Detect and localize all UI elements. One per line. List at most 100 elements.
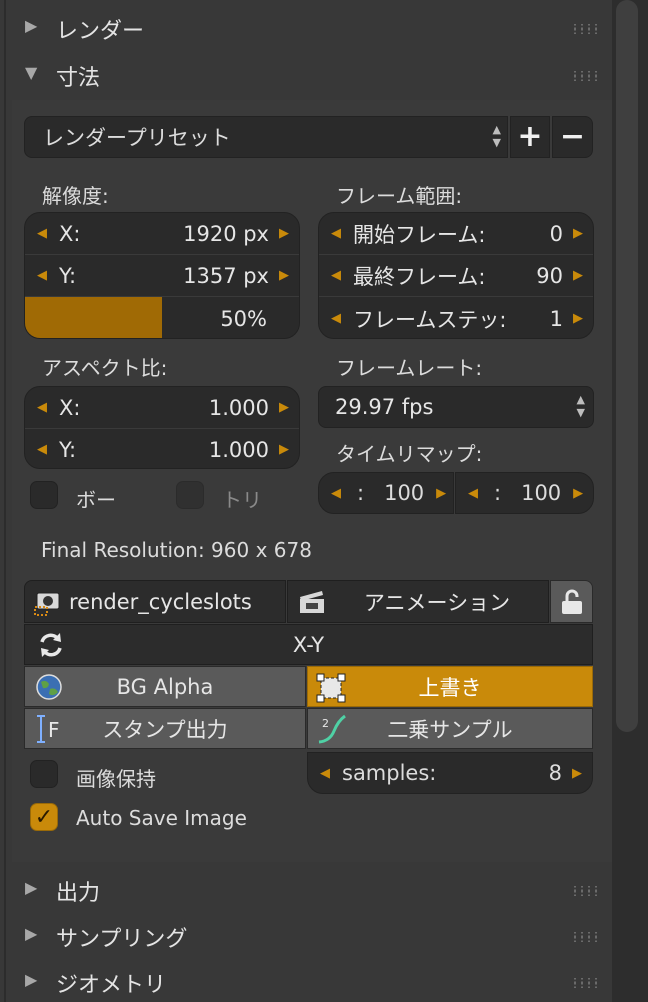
slider-fill — [25, 297, 162, 338]
decrement-arrow-icon[interactable]: ◀ — [466, 486, 480, 501]
bg-alpha-button[interactable]: BG Alpha — [24, 666, 306, 707]
checkmark-icon: ✓ — [34, 804, 54, 830]
squared-samples-label: 二乗サンプル — [387, 717, 513, 742]
expand-triangle-icon: ▶ — [25, 878, 38, 897]
field-label: 開始フレーム: — [353, 222, 486, 247]
resolution-x-field[interactable]: ◀ X: 1920 px ▶ — [25, 213, 299, 254]
globe-icon — [35, 673, 63, 701]
frame-range-box: ◀ 開始フレーム: 0 ▶ ◀ 最終フレーム: 90 ▶ ◀ フレームステッ: … — [318, 212, 594, 339]
stamp-output-button[interactable]: F スタンプ出力 — [24, 708, 306, 749]
resolution-title: 解像度: — [42, 184, 109, 208]
samples-field[interactable]: ◀ samples: 8 ▶ — [307, 752, 593, 794]
resolution-percent-slider[interactable]: 50% — [25, 297, 299, 338]
crop-checkbox[interactable] — [176, 481, 204, 509]
decrement-arrow-icon[interactable]: ◀ — [318, 766, 332, 781]
field-value: 8 — [548, 761, 562, 785]
overwrite-button[interactable]: 上書き — [307, 666, 593, 707]
frame-rate-title: フレームレート: — [336, 356, 483, 380]
panel-edge — [4, 0, 6, 1002]
increment-arrow-icon[interactable]: ▶ — [571, 486, 585, 501]
drag-grip-icon[interactable]: :::::::: — [572, 69, 600, 84]
panel-header-dimensions[interactable]: ▼ 寸法 :::::::: — [20, 57, 600, 93]
decrement-arrow-icon[interactable]: ◀ — [35, 268, 49, 283]
decrement-arrow-icon[interactable]: ◀ — [35, 442, 49, 457]
minus-icon: − — [559, 119, 586, 154]
field-value: 90 — [536, 263, 563, 288]
frame-end-field[interactable]: ◀ 最終フレーム: 90 ▶ — [319, 255, 593, 296]
panel-header-geometry[interactable]: ▶ ジオメトリ :::::::: — [20, 964, 600, 1000]
increment-arrow-icon[interactable]: ▶ — [277, 226, 291, 241]
decrement-arrow-icon[interactable]: ◀ — [329, 486, 343, 501]
drag-grip-icon[interactable]: :::::::: — [572, 884, 600, 899]
time-remap-old-field[interactable]: ◀ : 100 ▶ — [318, 472, 454, 514]
field-value: 1357 px — [183, 263, 269, 288]
crop-label: トリ — [222, 488, 262, 512]
frame-step-field[interactable]: ◀ フレームステッ: 1 ▶ — [319, 297, 593, 338]
frame-range-title: フレーム範囲: — [336, 184, 463, 208]
field-label: Y: — [59, 263, 77, 288]
panel-title-geometry: ジオメトリ — [56, 973, 167, 998]
auto-save-checkbox[interactable]: ✓ — [30, 803, 58, 831]
render-slots-button[interactable]: render_cycleslots — [24, 580, 286, 623]
increment-arrow-icon[interactable]: ▶ — [277, 442, 291, 457]
field-value: 100 — [521, 481, 562, 505]
updown-icon: ▲ ▼ — [576, 393, 585, 419]
slider-value: 50% — [220, 307, 267, 331]
field-label: フレームステッ: — [353, 307, 507, 332]
remove-preset-button[interactable]: − — [552, 116, 593, 158]
time-remap-title: タイムリマップ: — [336, 442, 483, 466]
resolution-box: ◀ X: 1920 px ▶ ◀ Y: 1357 px ▶ 50% — [24, 212, 300, 339]
squared-samples-button[interactable]: 2 二乗サンプル — [307, 708, 593, 749]
field-label: X: — [59, 395, 81, 420]
field-label: Y: — [59, 437, 77, 462]
frame-rate-menu[interactable]: 29.97 fps ▲ ▼ — [318, 386, 594, 428]
animation-label: アニメーション — [363, 590, 511, 615]
stamp-output-label: スタンプ出力 — [102, 717, 228, 742]
lock-button[interactable] — [550, 580, 593, 623]
render-presets-menu[interactable]: レンダープリセット ▲ ▼ — [24, 116, 508, 158]
add-preset-button[interactable]: + — [510, 116, 550, 158]
xy-label: X-Y — [292, 632, 325, 657]
expand-triangle-icon: ▶ — [25, 16, 38, 35]
clapper-icon — [296, 587, 328, 617]
panel-header-output[interactable]: ▶ 出力 :::::::: — [20, 872, 600, 908]
increment-arrow-icon[interactable]: ▶ — [434, 486, 448, 501]
field-value: 0 — [549, 221, 563, 246]
increment-arrow-icon[interactable]: ▶ — [571, 226, 585, 241]
aspect-title: アスペクト比: — [42, 356, 168, 380]
time-remap-new-field[interactable]: ◀ : 100 ▶ — [455, 472, 594, 514]
increment-arrow-icon[interactable]: ▶ — [277, 268, 291, 283]
decrement-arrow-icon[interactable]: ◀ — [35, 226, 49, 241]
panel-header-sampling[interactable]: ▶ サンプリング :::::::: — [20, 918, 600, 954]
increment-arrow-icon[interactable]: ▶ — [570, 766, 584, 781]
panel-header-render[interactable]: ▶ レンダー :::::::: — [20, 10, 600, 46]
field-value: 1.000 — [208, 437, 269, 462]
border-checkbox[interactable] — [30, 481, 58, 509]
increment-arrow-icon[interactable]: ▶ — [571, 311, 585, 326]
animation-button[interactable]: アニメーション — [287, 580, 549, 623]
frame-rate-value: 29.97 fps — [335, 395, 434, 419]
keep-image-label: 画像保持 — [76, 767, 156, 791]
decrement-arrow-icon[interactable]: ◀ — [35, 400, 49, 415]
xy-button[interactable]: X-Y — [24, 624, 593, 665]
decrement-arrow-icon[interactable]: ◀ — [329, 268, 343, 283]
border-label: ボー — [76, 488, 116, 512]
drag-grip-icon[interactable]: :::::::: — [572, 930, 600, 945]
drag-grip-icon[interactable]: :::::::: — [572, 976, 600, 991]
frame-start-field[interactable]: ◀ 開始フレーム: 0 ▶ — [319, 213, 593, 254]
expand-triangle-icon: ▶ — [25, 924, 38, 943]
keep-image-checkbox[interactable] — [30, 760, 58, 788]
scrollbar-thumb[interactable] — [616, 0, 638, 732]
decrement-arrow-icon[interactable]: ◀ — [329, 311, 343, 326]
increment-arrow-icon[interactable]: ▶ — [277, 400, 291, 415]
increment-arrow-icon[interactable]: ▶ — [571, 268, 585, 283]
panel-title-dimensions: 寸法 — [56, 66, 101, 91]
field-label: samples: — [342, 761, 437, 785]
decrement-arrow-icon[interactable]: ◀ — [329, 226, 343, 241]
aspect-y-field[interactable]: ◀ Y: 1.000 ▶ — [25, 429, 299, 468]
resolution-y-field[interactable]: ◀ Y: 1357 px ▶ — [25, 255, 299, 296]
drag-grip-icon[interactable]: :::::::: — [572, 22, 600, 37]
aspect-x-field[interactable]: ◀ X: 1.000 ▶ — [25, 387, 299, 428]
field-value: 1.000 — [208, 395, 269, 420]
panel-title-render: レンダー — [56, 19, 145, 44]
